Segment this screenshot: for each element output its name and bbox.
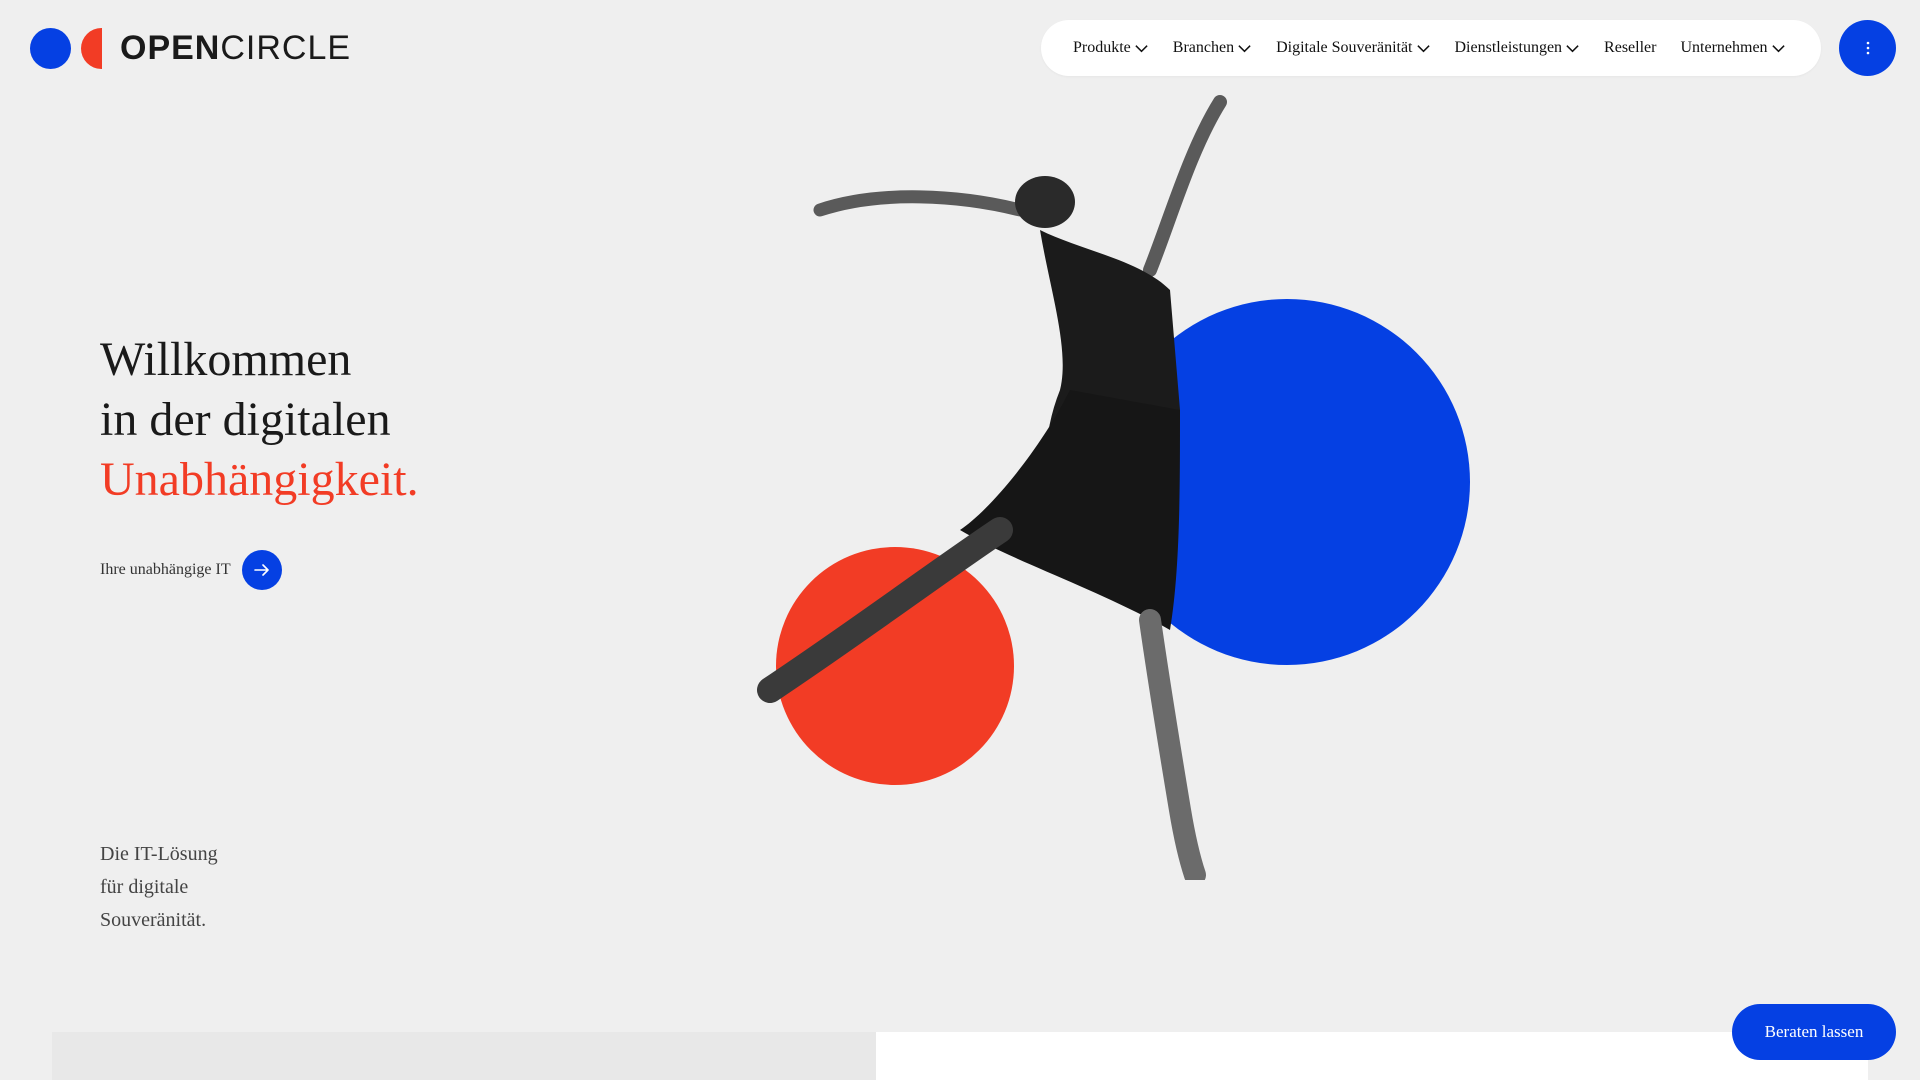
hero-headline: Willkommen in der digitalen Unabhängigke… [100, 330, 419, 510]
chevron-down-icon [1416, 44, 1430, 52]
logo-blue-circle [30, 27, 71, 69]
blue-circle-graphic [1104, 299, 1470, 665]
nav-item-label: Reseller [1604, 39, 1657, 56]
tagline-line3: Souveränität. [100, 909, 207, 931]
nav-item-digitale-souveraenitaet[interactable]: Digitale Souveränität [1276, 39, 1430, 57]
hero-cta-button[interactable] [241, 550, 282, 590]
main-navigation: Produkte Branchen Digitale Souveränität … [1041, 20, 1821, 76]
hero-visual [0, 0, 1920, 1080]
nav-item-dienstleistungen[interactable]: Dienstleistungen [1455, 39, 1581, 57]
nav-item-label: Produkte [1073, 39, 1131, 56]
chevron-down-icon [1566, 44, 1579, 52]
hero-tagline: Die IT-Lösung für digitale Souveränität. [100, 838, 218, 937]
chevron-down-icon [1771, 44, 1785, 52]
arrow-right-icon [253, 564, 269, 576]
nav-item-branchen[interactable]: Branchen [1173, 39, 1252, 57]
hero-title-line2: in der digitalen [100, 393, 391, 446]
nav-item-label: Digitale Souveränität [1276, 39, 1413, 56]
nav-item-label: Unternehmen [1680, 39, 1768, 56]
menu-button[interactable] [1839, 20, 1896, 76]
chevron-down-icon [1238, 44, 1251, 52]
brand-logo[interactable]: OPENCIRCLE [30, 27, 351, 69]
beraten-lassen-button[interactable]: Beraten lassen [1732, 1004, 1896, 1060]
next-section-right-panel [876, 1032, 1868, 1080]
dancer-image [757, 95, 1227, 880]
tagline-line1: Die IT-Lösung [100, 843, 218, 865]
tagline-line2: für digitale [100, 876, 189, 898]
hero-title-accent: Unabhängigkeit. [100, 453, 419, 506]
next-section-left-panel [52, 1032, 876, 1080]
red-circle-graphic [776, 547, 1014, 785]
nav-item-reseller[interactable]: Reseller [1604, 39, 1656, 57]
hero-title-line1: Willkommen [100, 333, 352, 386]
hero-cta-link[interactable]: Ihre unabhängige IT [100, 550, 282, 590]
nav-item-produkte[interactable]: Produkte [1073, 39, 1149, 57]
chevron-down-icon [1135, 44, 1148, 52]
nav-item-label: Dienstleistungen [1454, 39, 1563, 56]
logo-red-half-circle [81, 27, 102, 69]
nav-item-unternehmen[interactable]: Unternehmen [1680, 39, 1785, 57]
nav-item-label: Branchen [1172, 39, 1235, 56]
hero-cta-label: Ihre unabhängige IT [100, 561, 231, 578]
vertical-dots-icon [1866, 41, 1869, 55]
logo-wordmark: OPENCIRCLE [120, 29, 352, 67]
